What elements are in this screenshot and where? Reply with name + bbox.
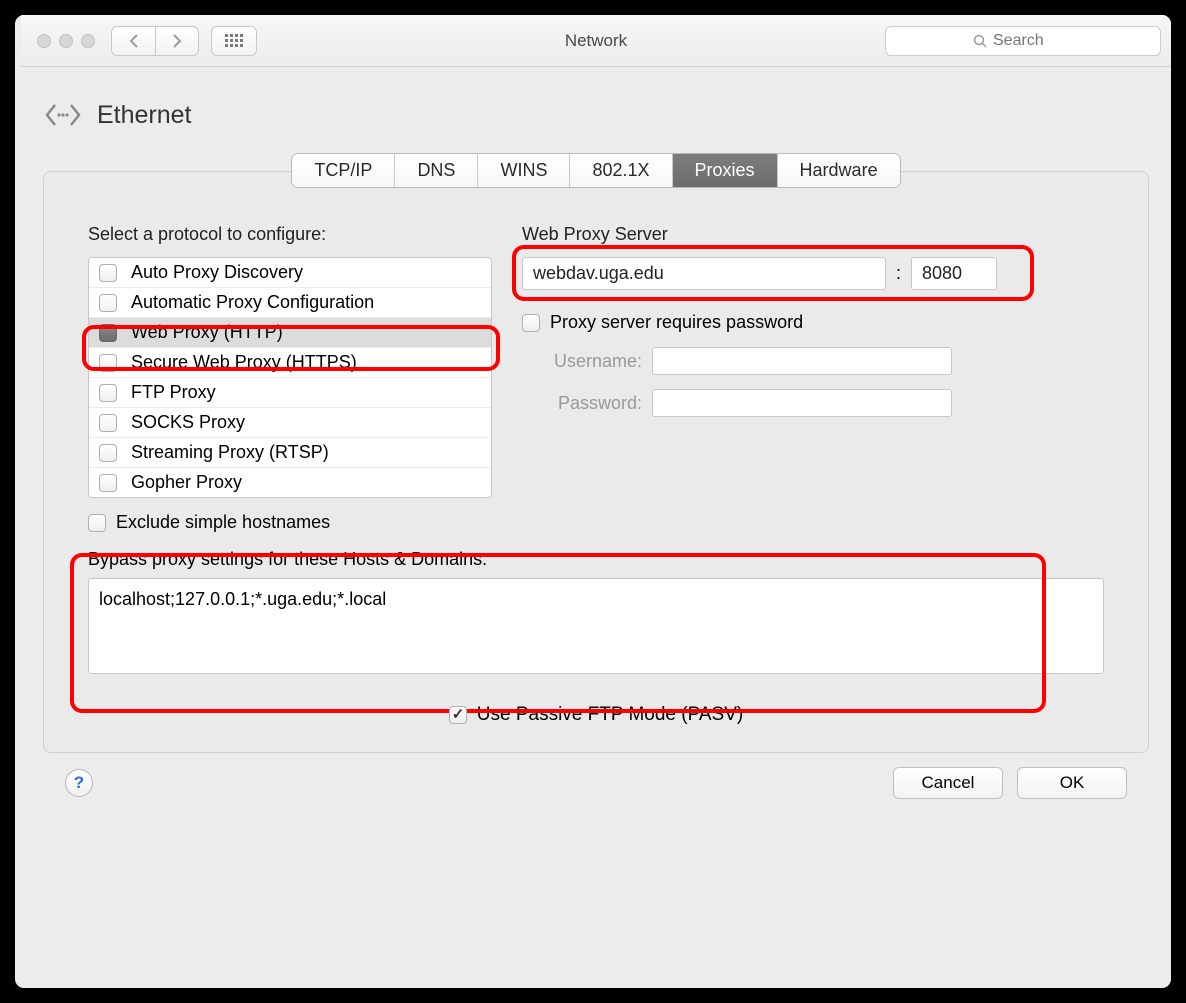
username-label: Username: [522,351,642,372]
window: Network Ethernet TCP/IPDNSWINS802.1XProx… [21,15,1171,980]
requires-password-label: Proxy server requires password [550,312,803,333]
grid-icon [225,34,243,47]
pasv-row[interactable]: Use Passive FTP Mode (PASV) [88,704,1104,726]
protocol-item[interactable]: Auto Proxy Discovery [89,258,491,288]
password-label: Password: [522,393,642,414]
exclude-simple-row[interactable]: Exclude simple hostnames [88,512,492,533]
protocol-label: Streaming Proxy (RTSP) [131,442,329,463]
host-port-separator: : [896,263,901,284]
protocol-label: Auto Proxy Discovery [131,262,303,283]
tab-tcp-ip[interactable]: TCP/IP [292,154,395,187]
nav-buttons [111,26,199,56]
traffic-lights [37,34,95,48]
bypass-label: Bypass proxy settings for these Hosts & … [88,549,1104,570]
protocol-checkbox[interactable] [99,474,117,492]
protocol-checkbox[interactable] [99,444,117,462]
show-all-button[interactable] [211,26,257,56]
bypass-textarea[interactable]: localhost;127.0.0.1;*.uga.edu;*.local [88,578,1104,674]
interface-header: Ethernet [43,95,1149,135]
search-icon [973,34,987,48]
protocol-label: FTP Proxy [131,382,216,403]
protocol-checkbox[interactable] [99,354,117,372]
tab-802-1x[interactable]: 802.1X [570,154,672,187]
forward-button[interactable] [155,26,199,56]
protocol-item[interactable]: FTP Proxy [89,378,491,408]
window-frame: Network Ethernet TCP/IPDNSWINS802.1XProx… [12,12,1174,991]
exclude-simple-label: Exclude simple hostnames [116,512,330,533]
content: Ethernet TCP/IPDNSWINS802.1XProxiesHardw… [21,67,1171,799]
proxy-port-input[interactable] [911,257,997,290]
close-icon[interactable] [37,34,51,48]
cancel-button[interactable]: Cancel [893,767,1003,799]
back-button[interactable] [111,26,155,56]
proxy-host-input[interactable] [522,257,886,290]
password-input[interactable] [652,389,952,417]
footer: ? Cancel OK [43,753,1149,799]
protocol-label: SOCKS Proxy [131,412,245,433]
proxies-panel: Select a protocol to configure: Auto Pro… [43,171,1149,753]
requires-password-checkbox[interactable] [522,314,540,332]
protocol-item[interactable]: Web Proxy (HTTP) [89,318,491,348]
protocol-item[interactable]: Secure Web Proxy (HTTPS) [89,348,491,378]
zoom-icon[interactable] [81,34,95,48]
ethernet-icon [43,95,83,135]
requires-password-row[interactable]: Proxy server requires password [522,312,1104,333]
search-input[interactable] [993,32,1073,50]
protocol-item[interactable]: Streaming Proxy (RTSP) [89,438,491,468]
tab-wins[interactable]: WINS [478,154,570,187]
pasv-checkbox[interactable] [449,706,467,724]
tab-hardware[interactable]: Hardware [778,154,900,187]
protocol-item[interactable]: Automatic Proxy Configuration [89,288,491,318]
protocol-checkbox[interactable] [99,264,117,282]
pasv-label: Use Passive FTP Mode (PASV) [477,704,743,726]
minimize-icon[interactable] [59,34,73,48]
interface-title: Ethernet [97,101,192,130]
protocol-item[interactable]: Gopher Proxy [89,468,491,497]
bypass-value: localhost;127.0.0.1;*.uga.edu;*.local [99,589,386,609]
protocol-label: Secure Web Proxy (HTTPS) [131,352,357,373]
protocol-item[interactable]: SOCKS Proxy [89,408,491,438]
protocol-label: Web Proxy (HTTP) [131,322,283,343]
search-field[interactable] [885,26,1161,56]
protocol-label: Automatic Proxy Configuration [131,292,374,313]
window-title: Network [565,31,627,51]
protocol-checkbox[interactable] [99,414,117,432]
tabbar: TCP/IPDNSWINS802.1XProxiesHardware [43,153,1149,188]
protocol-checkbox[interactable] [99,324,117,342]
protocol-checkbox[interactable] [99,384,117,402]
protocol-label: Gopher Proxy [131,472,242,493]
protocol-select-label: Select a protocol to configure: [88,224,492,245]
protocol-checkbox[interactable] [99,294,117,312]
proxy-server-label: Web Proxy Server [522,224,1104,245]
exclude-simple-checkbox[interactable] [88,514,106,532]
tab-dns[interactable]: DNS [395,154,478,187]
username-input[interactable] [652,347,952,375]
ok-button[interactable]: OK [1017,767,1127,799]
tab-proxies[interactable]: Proxies [673,154,778,187]
protocol-list[interactable]: Auto Proxy Discovery Automatic Proxy Conf… [88,257,492,498]
titlebar: Network [21,15,1171,67]
help-button[interactable]: ? [65,769,93,797]
